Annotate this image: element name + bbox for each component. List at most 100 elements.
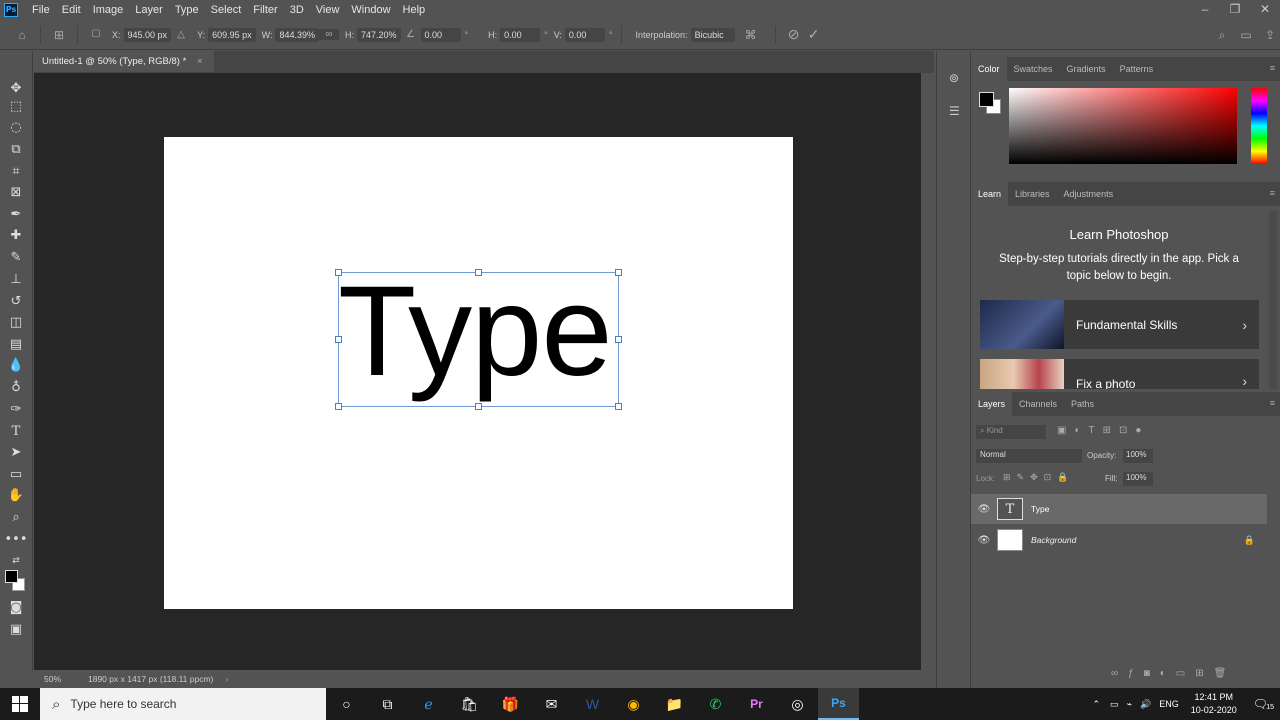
fill-input[interactable]: 100% bbox=[1123, 472, 1153, 486]
zoom-level[interactable]: 50% bbox=[44, 674, 84, 684]
tab-adjustments[interactable]: Adjustments bbox=[1057, 182, 1121, 206]
whatsapp-icon[interactable]: ✆ bbox=[695, 688, 736, 720]
gradient-tool-icon[interactable]: ▤ bbox=[5, 334, 27, 354]
transform-handle-top-right[interactable] bbox=[615, 269, 622, 276]
status-menu-chevron-icon[interactable]: › bbox=[225, 674, 228, 684]
color-foreground-swatch[interactable] bbox=[979, 92, 994, 107]
dodge-tool-icon[interactable]: ♁ bbox=[5, 377, 27, 397]
search-icon[interactable]: ⌕ bbox=[1212, 28, 1232, 43]
commit-transform-icon[interactable]: ✓ bbox=[804, 26, 824, 43]
color-picker-field[interactable] bbox=[1009, 88, 1237, 164]
layer-row-background[interactable]: 👁 Background 🔒 bbox=[971, 525, 1267, 555]
foreground-color-swatch[interactable] bbox=[5, 570, 18, 583]
vskew-input[interactable]: 0.00 bbox=[564, 27, 605, 42]
menu-filter[interactable]: Filter bbox=[247, 0, 283, 20]
path-selection-tool-icon[interactable]: ➤ bbox=[5, 442, 27, 462]
layer-filter-input[interactable]: ⌕ Kind bbox=[976, 425, 1046, 439]
swap-colors-icon[interactable]: ⇄ bbox=[5, 551, 27, 571]
layer-filter-icons[interactable]: ▣◐T⊞⊡● bbox=[1057, 425, 1149, 436]
minimize-icon[interactable]: – bbox=[1190, 0, 1220, 20]
h-input[interactable]: 747.20% bbox=[357, 27, 401, 42]
move-tool-icon[interactable]: ✥ bbox=[5, 78, 27, 98]
properties-panel-icon[interactable]: ☰ bbox=[949, 104, 960, 118]
layers-footer-icons[interactable]: ∞ƒ◙◐▭⊞🗑 bbox=[1111, 668, 1236, 679]
tray-expand-icon[interactable]: ⌃ bbox=[1093, 699, 1101, 710]
tab-channels[interactable]: Channels bbox=[1012, 392, 1064, 416]
menu-select[interactable]: Select bbox=[205, 0, 248, 20]
delta-icon[interactable]: △ bbox=[171, 29, 191, 40]
object-selection-tool-icon[interactable]: ⧉ bbox=[5, 139, 27, 159]
blur-tool-icon[interactable]: 💧 bbox=[5, 355, 27, 375]
lock-icons[interactable]: ⊞✎✥⊡🔒 bbox=[1003, 472, 1074, 483]
close-icon[interactable]: ✕ bbox=[1250, 0, 1280, 20]
layer-row-type[interactable]: 👁 T Type bbox=[971, 494, 1267, 524]
learn-card-fundamental-skills[interactable]: Fundamental Skills › bbox=[980, 300, 1259, 349]
transform-handle-right[interactable] bbox=[615, 336, 622, 343]
tab-color[interactable]: Color bbox=[971, 57, 1007, 81]
learn-scrollbar[interactable] bbox=[1269, 211, 1277, 389]
menu-type[interactable]: Type bbox=[169, 0, 205, 20]
rectangle-tool-icon[interactable]: ▭ bbox=[5, 464, 27, 484]
hand-tool-icon[interactable]: ✋ bbox=[5, 485, 27, 505]
pen-tool-icon[interactable]: ✑ bbox=[5, 399, 27, 419]
transform-handle-left[interactable] bbox=[335, 336, 342, 343]
store-icon[interactable]: 🛍 bbox=[449, 688, 490, 720]
panel-menu-icon[interactable]: ≡ bbox=[1270, 398, 1275, 408]
more-tools-icon[interactable]: ••• bbox=[5, 529, 28, 549]
visibility-eye-icon[interactable]: 👁 bbox=[971, 535, 997, 546]
network-icon[interactable]: ⌁ bbox=[1127, 699, 1132, 710]
clone-stamp-tool-icon[interactable]: ⊥ bbox=[5, 269, 27, 289]
document-tab-close-icon[interactable]: × bbox=[197, 56, 203, 67]
eyedropper-tool-icon[interactable]: ✒ bbox=[5, 204, 27, 224]
interpolation-select[interactable]: Bicubic bbox=[690, 27, 735, 42]
reference-point-icon[interactable]: ⊞ bbox=[49, 28, 69, 42]
menu-window[interactable]: Window bbox=[345, 0, 396, 20]
workspace-icon[interactable]: ▭ bbox=[1236, 28, 1256, 42]
chrome-icon[interactable]: ◉ bbox=[613, 688, 654, 720]
quick-mask-icon[interactable]: ◙ bbox=[5, 597, 27, 617]
transform-handle-top-left[interactable] bbox=[335, 269, 342, 276]
taskbar-search-box[interactable]: ⌕ Type here to search bbox=[40, 688, 326, 720]
file-explorer-icon[interactable]: 📁 bbox=[654, 688, 695, 720]
zoom-tool-icon[interactable]: ⌕ bbox=[5, 507, 27, 527]
menu-image[interactable]: Image bbox=[87, 0, 130, 20]
tab-learn[interactable]: Learn bbox=[971, 182, 1009, 206]
word-icon[interactable]: W bbox=[572, 688, 613, 720]
tab-libraries[interactable]: Libraries bbox=[1008, 182, 1057, 206]
menu-view[interactable]: View bbox=[310, 0, 346, 20]
menu-edit[interactable]: Edit bbox=[56, 0, 87, 20]
cortana-icon[interactable]: ○ bbox=[326, 688, 367, 720]
menu-file[interactable]: File bbox=[26, 0, 56, 20]
cancel-transform-icon[interactable]: ⊘ bbox=[784, 26, 804, 43]
tab-swatches[interactable]: Swatches bbox=[1007, 57, 1060, 81]
volume-icon[interactable]: 🔊 bbox=[1140, 699, 1151, 710]
blend-mode-select[interactable]: Normal bbox=[976, 449, 1082, 463]
reference-toggle-icon[interactable]: ☐ bbox=[86, 29, 106, 40]
document-tab[interactable]: Untitled-1 @ 50% (Type, RGB/8) * × bbox=[34, 51, 214, 72]
eraser-tool-icon[interactable]: ◫ bbox=[5, 312, 27, 332]
edge-icon[interactable]: ℯ bbox=[408, 688, 449, 720]
warp-icon[interactable]: ⌘ bbox=[741, 28, 761, 42]
screen-mode-icon[interactable]: ▣ bbox=[5, 619, 27, 639]
frame-tool-icon[interactable]: ⊠ bbox=[5, 182, 27, 202]
link-icon[interactable]: ∞ bbox=[319, 29, 339, 40]
tab-paths[interactable]: Paths bbox=[1064, 392, 1101, 416]
vertical-scrollbar[interactable] bbox=[921, 73, 935, 670]
tab-gradients[interactable]: Gradients bbox=[1060, 57, 1113, 81]
angle-input[interactable]: 0.00 bbox=[420, 27, 461, 42]
transform-bounding-box[interactable] bbox=[335, 269, 622, 410]
share-icon[interactable]: ⇪ bbox=[1260, 28, 1280, 42]
type-tool-icon[interactable]: T bbox=[5, 421, 27, 441]
menu-layer[interactable]: Layer bbox=[129, 0, 169, 20]
language-indicator[interactable]: ENG bbox=[1159, 699, 1179, 709]
battery-icon[interactable]: ▭ bbox=[1110, 699, 1119, 710]
transform-handle-bottom[interactable] bbox=[475, 403, 482, 410]
history-brush-tool-icon[interactable]: ↺ bbox=[5, 291, 27, 311]
marquee-tool-icon[interactable]: ⬚ bbox=[5, 96, 27, 116]
hue-slider[interactable] bbox=[1251, 88, 1267, 164]
brush-tool-icon[interactable]: ✎ bbox=[5, 247, 27, 267]
restore-icon[interactable]: ❐ bbox=[1220, 0, 1250, 20]
tab-layers[interactable]: Layers bbox=[971, 392, 1013, 416]
x-input[interactable]: 945.00 px bbox=[123, 27, 172, 42]
menu-help[interactable]: Help bbox=[397, 0, 432, 20]
